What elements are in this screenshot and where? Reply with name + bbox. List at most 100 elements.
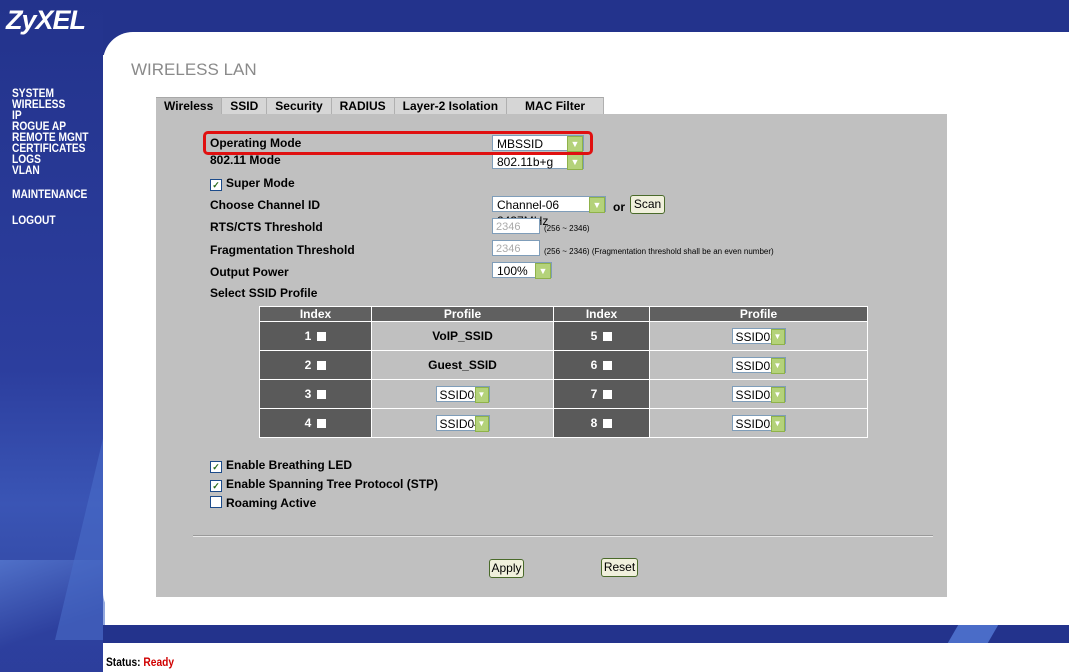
chevron-down-icon: ▼ <box>474 387 489 403</box>
super-mode-checkbox[interactable]: ✓ <box>210 179 222 191</box>
index-checkbox[interactable] <box>603 361 613 370</box>
index-cell: 6 <box>553 350 650 380</box>
ssid-profile-label: Select SSID Profile <box>210 286 318 300</box>
chevron-down-icon: ▼ <box>474 416 489 432</box>
mode-80211-label: 802.11 Mode <box>210 153 281 167</box>
nav-wireless[interactable]: WIRELESS <box>12 98 93 110</box>
chevron-down-icon: ▼ <box>770 329 785 345</box>
tab-security[interactable]: Security <box>267 97 332 114</box>
page-title: WIRELESS LAN <box>131 60 257 79</box>
profile-cell: SSID03 ▼ <box>649 321 868 351</box>
chevron-down-icon: ▼ <box>589 197 605 213</box>
index-checkbox[interactable] <box>603 419 613 428</box>
highlight-box <box>203 131 593 155</box>
index-cell: 8 <box>553 408 650 438</box>
frag-hint: (256 ~ 2346) (Fragmentation threshold sh… <box>544 247 774 256</box>
tab-bar: Wireless SSID Security RADIUS Layer-2 Is… <box>156 97 605 114</box>
mode-80211-value: 802.11b+g <box>497 155 554 169</box>
chevron-down-icon: ▼ <box>770 358 785 374</box>
chevron-down-icon: ▼ <box>535 263 551 279</box>
power-label: Output Power <box>210 265 289 279</box>
column-header: Profile <box>371 306 554 322</box>
tab-layer2-isolation[interactable]: Layer-2 Isolation <box>394 97 508 114</box>
tab-wireless[interactable]: Wireless <box>156 97 223 114</box>
stp-checkbox[interactable]: ✓ <box>210 480 222 492</box>
status-bar: Status: Ready <box>103 643 1069 672</box>
chevron-down-icon: ▼ <box>567 154 583 170</box>
index-checkbox[interactable] <box>603 390 613 399</box>
profile-cell: SSID03 ▼ <box>649 379 868 409</box>
index-checkbox[interactable] <box>317 419 327 428</box>
breathing-led-checkbox[interactable]: ✓ <box>210 461 222 473</box>
profile-cell: SSID03 ▼ <box>371 379 554 409</box>
frag-input[interactable]: 2346 <box>492 240 540 256</box>
channel-select[interactable]: Channel-06 2437MHz ▼ <box>492 196 606 228</box>
index-checkbox[interactable] <box>603 332 613 341</box>
apply-button[interactable]: Apply <box>489 559 524 578</box>
index-checkbox[interactable] <box>317 361 327 370</box>
table-row: 2 Guest_SSID 6 SSID03 ▼ <box>259 350 868 380</box>
index-cell: 5 <box>553 321 650 351</box>
frag-label: Fragmentation Threshold <box>210 243 355 257</box>
main-nav: SYSTEM WIRELESS IP ROGUE AP REMOTE MGNT … <box>12 87 107 226</box>
tab-radius[interactable]: RADIUS <box>331 97 395 114</box>
scan-button[interactable]: Scan <box>630 195 665 214</box>
zyxel-logo: ZyXEL <box>6 5 86 35</box>
column-header: Index <box>259 306 372 322</box>
index-cell: 7 <box>553 379 650 409</box>
tab-mac-filter[interactable]: MAC Filter <box>507 97 605 114</box>
profile-select[interactable]: SSID03 ▼ <box>731 386 786 403</box>
table-row: 3 SSID03 ▼ 7 SSID03 ▼ <box>259 379 868 409</box>
rts-hint: (256 ~ 2346) <box>544 224 590 233</box>
nav-logout[interactable]: LOGOUT <box>12 214 93 226</box>
profile-select[interactable]: SSID03 ▼ <box>731 357 786 374</box>
status-label: Status: <box>106 655 141 669</box>
divider <box>193 535 933 537</box>
rts-label: RTS/CTS Threshold <box>210 220 323 234</box>
breathing-led-option[interactable]: ✓ Enable Breathing LED <box>210 458 352 473</box>
table-row: 4 SSID04 ▼ 8 SSID03 ▼ <box>259 408 868 438</box>
roaming-label: Roaming Active <box>226 496 317 510</box>
profile-cell: Guest_SSID <box>371 350 554 380</box>
channel-label: Choose Channel ID <box>210 198 321 212</box>
profile-cell: VoIP_SSID <box>371 321 554 351</box>
rts-input[interactable]: 2346 <box>492 218 540 234</box>
super-mode-label: Super Mode <box>226 176 295 190</box>
table-row: 1 VoIP_SSID 5 SSID03 ▼ <box>259 321 868 351</box>
stp-label: Enable Spanning Tree Protocol (STP) <box>226 477 439 491</box>
power-select[interactable]: 100% ▼ <box>492 262 552 279</box>
index-cell: 4 <box>259 408 372 438</box>
breathing-led-label: Enable Breathing LED <box>226 458 353 472</box>
profile-select[interactable]: SSID03 ▼ <box>435 386 490 403</box>
column-header: Profile <box>649 306 868 322</box>
profile-cell: SSID03 ▼ <box>649 408 868 438</box>
super-mode-option[interactable]: ✓ Super Mode <box>210 176 295 191</box>
column-header: Index <box>553 306 650 322</box>
index-checkbox[interactable] <box>317 390 327 399</box>
chevron-down-icon: ▼ <box>770 387 785 403</box>
roaming-option[interactable]: Roaming Active <box>210 496 316 510</box>
nav-vlan[interactable]: VLAN <box>12 164 93 176</box>
bottom-banner <box>103 625 1069 643</box>
status-text: Status: Ready <box>106 655 174 669</box>
ssid-profile-table: Index Profile Index Profile 1 VoIP_SSID … <box>259 306 868 438</box>
profile-select[interactable]: SSID04 ▼ <box>435 415 490 432</box>
index-cell: 2 <box>259 350 372 380</box>
mode-80211-select[interactable]: 802.11b+g ▼ <box>492 153 584 170</box>
index-checkbox[interactable] <box>317 332 327 341</box>
index-cell: 3 <box>259 379 372 409</box>
profile-cell: SSID04 ▼ <box>371 408 554 438</box>
reset-button[interactable]: Reset <box>601 558 638 577</box>
or-text: or <box>613 200 625 214</box>
index-cell: 1 <box>259 321 372 351</box>
sidebar-decoration-triangle <box>55 430 105 640</box>
status-value: Ready <box>143 655 175 669</box>
chevron-down-icon: ▼ <box>770 416 785 432</box>
nav-maintenance[interactable]: MAINTENANCE <box>12 188 93 200</box>
profile-select[interactable]: SSID03 ▼ <box>731 415 786 432</box>
roaming-checkbox[interactable] <box>210 496 222 508</box>
stp-option[interactable]: ✓ Enable Spanning Tree Protocol (STP) <box>210 477 438 492</box>
profile-select[interactable]: SSID03 ▼ <box>731 328 786 345</box>
tab-ssid[interactable]: SSID <box>222 97 268 114</box>
power-value: 100% <box>497 264 528 278</box>
